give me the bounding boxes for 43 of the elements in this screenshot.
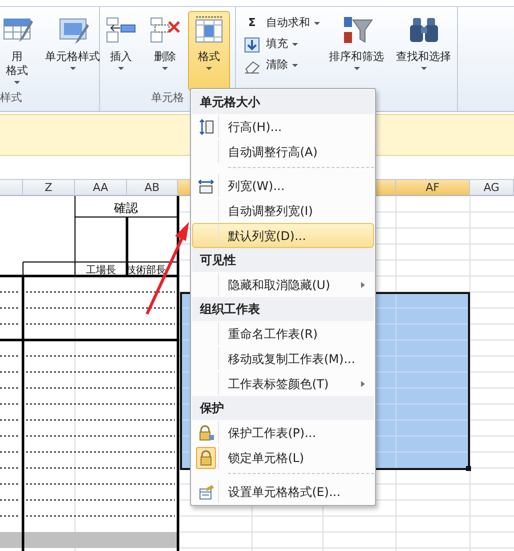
lock-icon	[198, 424, 214, 440]
ribbon-button[interactable]: Σ 自动求和	[242, 13, 322, 34]
column-header[interactable]: AB	[127, 180, 178, 196]
menu-item[interactable]: 自动调整行高(A)	[192, 139, 374, 164]
cell-text: 確認	[114, 201, 138, 215]
ribbon-button[interactable]: 清除	[242, 55, 322, 76]
arrow-down-icon	[244, 36, 260, 52]
fill-handle[interactable]	[466, 466, 471, 471]
group-label: 样式	[0, 91, 22, 104]
ribbon-button[interactable]: 填充	[242, 34, 322, 55]
menu-item[interactable]: 行高(H)...	[192, 114, 374, 139]
menu-item[interactable]: 锁定单元格(L)	[192, 445, 374, 470]
column-header[interactable]: Z	[23, 180, 75, 196]
menu-section-header: 保护	[192, 396, 374, 420]
menu-item[interactable]: 自动调整列宽(I)	[192, 198, 374, 223]
menu-item[interactable]: 重命名工作表(R)	[192, 321, 374, 346]
column-header[interactable]: AF	[396, 180, 470, 196]
ribbon-button[interactable]: 查找和选择	[391, 11, 456, 91]
menu-item[interactable]: 列宽(W)...	[192, 173, 374, 198]
cell-text: 工場長	[86, 265, 116, 276]
row-height-icon	[198, 118, 214, 134]
menu-item[interactable]: 隐藏和取消隐藏(U)	[192, 272, 374, 297]
menu-section-header: 单元格大小	[192, 90, 374, 114]
menu-item[interactable]: 默认列宽(D)...	[192, 223, 374, 248]
ribbon-button[interactable]: 格式	[188, 11, 230, 91]
menu-section-header: 组织工作表	[192, 297, 374, 321]
column-width-icon	[198, 178, 214, 194]
group-label: 单元格	[151, 91, 184, 104]
ribbon-button[interactable]: 删除	[144, 11, 186, 91]
menu-section-header: 可见性	[192, 248, 374, 272]
menu-item[interactable]: 保护工作表(P)...	[192, 420, 374, 445]
column-header[interactable]	[0, 180, 23, 196]
lock-icon	[198, 450, 214, 466]
submenu-arrow-icon	[359, 380, 367, 388]
column-header[interactable]: AA	[75, 180, 127, 196]
menu-item[interactable]: 设置单元格格式(E)...	[192, 479, 374, 504]
column-header[interactable]: AG	[470, 180, 514, 196]
menu-item[interactable]: 移动或复制工作表(M)...	[192, 346, 374, 371]
sum-symbol: Σ	[247, 15, 257, 32]
submenu-arrow-icon	[359, 280, 367, 288]
ribbon-button[interactable]: 用 格式	[0, 11, 38, 91]
menu-item[interactable]: 工作表标签颜色(T)	[192, 371, 374, 396]
format-cells-icon	[198, 484, 214, 500]
